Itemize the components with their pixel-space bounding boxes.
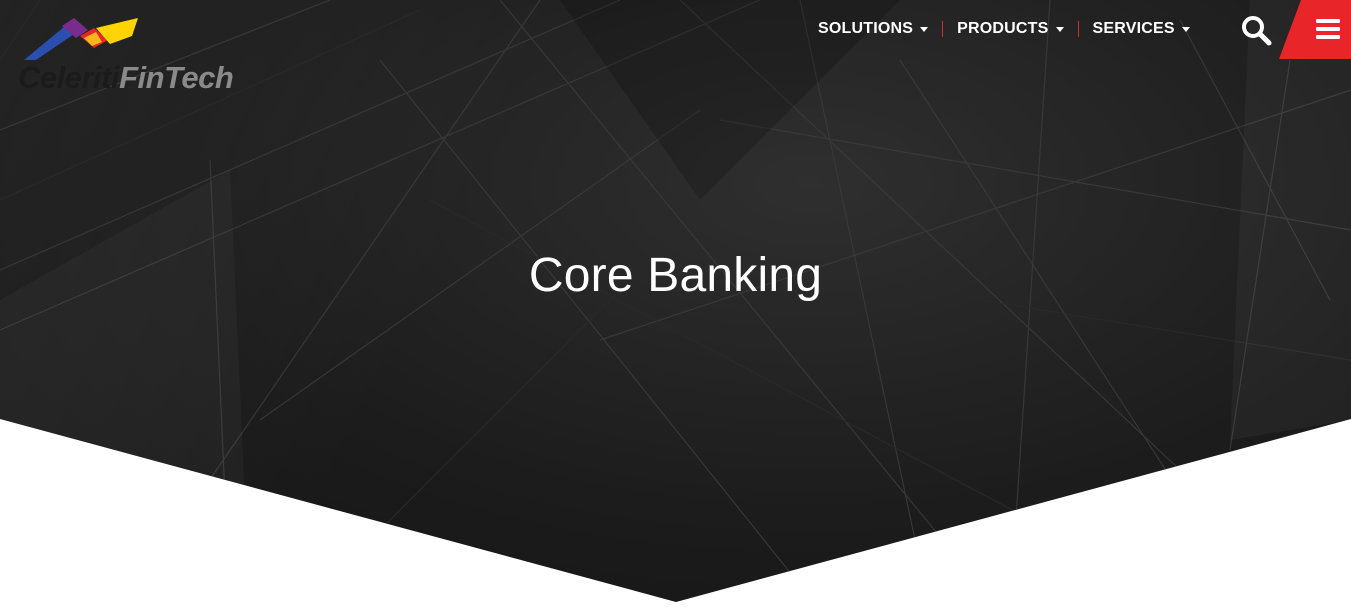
nav-item-label: SERVICES	[1092, 20, 1175, 37]
search-button[interactable]	[1240, 14, 1272, 46]
caret-down-icon	[1055, 26, 1064, 32]
brand-name-part1: Celeriti	[18, 60, 120, 95]
search-icon	[1242, 16, 1272, 46]
nav-item-solutions[interactable]: SOLUTIONS	[804, 18, 942, 40]
logo-mark-icon	[24, 18, 138, 60]
brand-logo[interactable]: CeleritiFinTech	[18, 16, 248, 100]
nav-item-products[interactable]: PRODUCTS	[943, 18, 1077, 40]
page-title: Core Banking	[528, 249, 823, 302]
nav-item-label: PRODUCTS	[957, 20, 1049, 37]
nav-item-services[interactable]: SERVICES	[1079, 18, 1204, 40]
main-nav: SOLUTIONS PRODUCTS SERVICES	[804, 18, 1204, 40]
caret-down-icon	[1181, 26, 1190, 32]
nav-item-label: SOLUTIONS	[818, 20, 914, 37]
hamburger-menu-icon	[1316, 19, 1340, 43]
caret-down-icon	[920, 26, 929, 32]
brand-name-part2: FinTech	[119, 60, 234, 95]
brand-wordmark: CeleritiFinTech	[18, 60, 234, 96]
